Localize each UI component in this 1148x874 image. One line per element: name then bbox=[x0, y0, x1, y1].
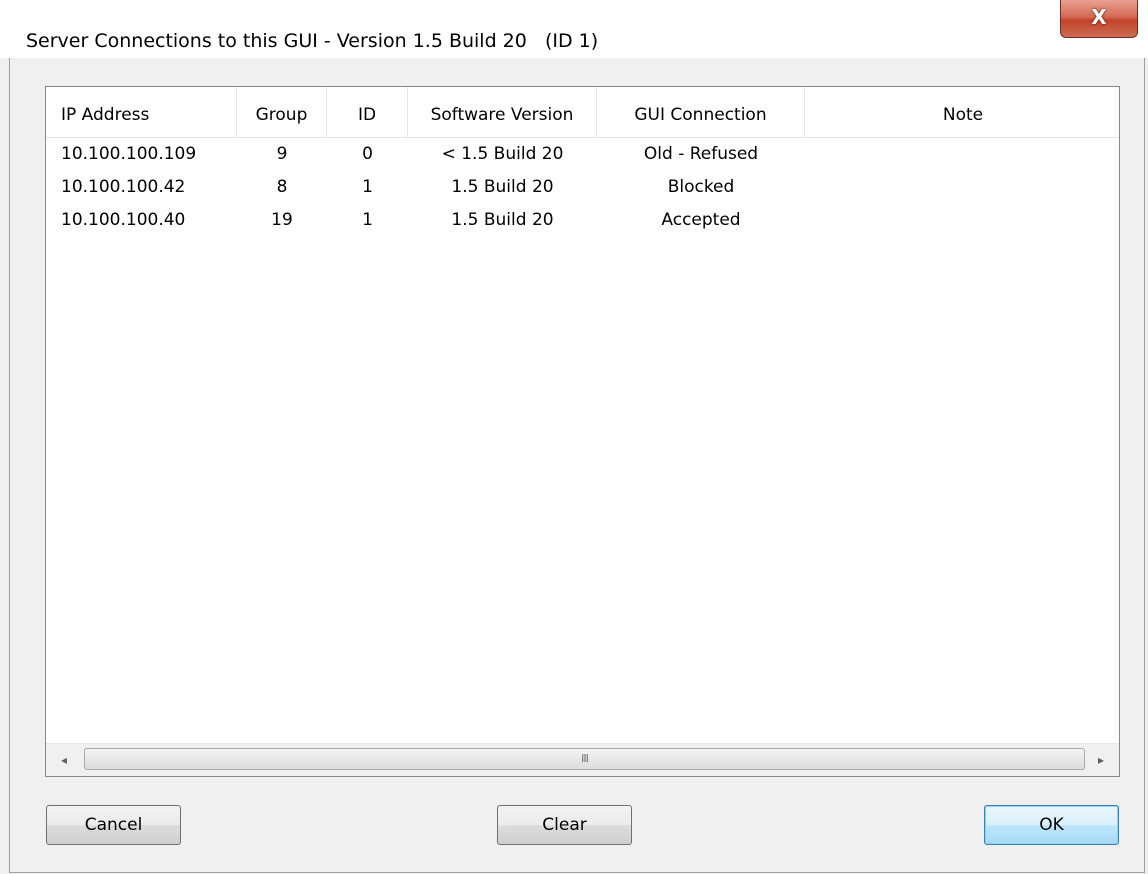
ok-button[interactable]: OK bbox=[984, 805, 1119, 845]
column-header-id[interactable]: ID bbox=[327, 87, 408, 137]
cell-gui-connection: Old - Refused bbox=[643, 144, 759, 164]
cell-group: 8 bbox=[276, 177, 288, 197]
list-header: IP Address Group ID Software Version GUI… bbox=[46, 87, 1119, 138]
cell-group: 9 bbox=[276, 144, 288, 164]
column-header-software-version[interactable]: Software Version bbox=[408, 87, 597, 137]
horizontal-scrollbar[interactable]: ◂ III ▸ bbox=[46, 743, 1119, 776]
close-icon: X bbox=[1091, 5, 1107, 29]
scroll-thumb[interactable]: III bbox=[84, 748, 1085, 770]
column-header-group[interactable]: Group bbox=[237, 87, 327, 137]
cancel-button[interactable]: Cancel bbox=[46, 805, 181, 845]
cell-gui-connection: Accepted bbox=[661, 210, 741, 230]
column-header-gui-connection[interactable]: GUI Connection bbox=[597, 87, 805, 137]
title-bar[interactable]: Server Connections to this GUI - Version… bbox=[0, 0, 1148, 58]
connections-list[interactable]: IP Address Group ID Software Version GUI… bbox=[45, 86, 1120, 777]
window-title: Server Connections to this GUI - Version… bbox=[26, 30, 599, 52]
table-row[interactable]: 10.100.100.109 9 0 < 1.5 Build 20 Old - … bbox=[46, 138, 1119, 171]
cell-ip-address: 10.100.100.40 bbox=[61, 210, 186, 230]
cell-gui-connection: Blocked bbox=[667, 177, 735, 197]
cell-note bbox=[805, 204, 1119, 237]
clear-button[interactable]: Clear bbox=[497, 805, 632, 845]
scroll-left-icon[interactable]: ◂ bbox=[46, 744, 82, 776]
table-row[interactable]: 10.100.100.42 8 1 1.5 Build 20 Blocked bbox=[46, 171, 1119, 204]
column-header-note[interactable]: Note bbox=[805, 87, 1119, 137]
cell-note bbox=[805, 171, 1119, 204]
close-button[interactable]: X bbox=[1060, 0, 1138, 38]
cell-note bbox=[805, 138, 1119, 171]
scroll-right-icon[interactable]: ▸ bbox=[1083, 744, 1119, 776]
cell-id: 0 bbox=[362, 144, 373, 164]
cell-id: 1 bbox=[362, 177, 373, 197]
cell-software-version: 1.5 Build 20 bbox=[451, 177, 554, 197]
cell-id: 1 bbox=[362, 210, 373, 230]
cell-software-version: < 1.5 Build 20 bbox=[441, 144, 564, 164]
cell-ip-address: 10.100.100.42 bbox=[61, 177, 186, 197]
dialog-window: Server Connections to this GUI - Version… bbox=[0, 0, 1148, 874]
cell-group: 19 bbox=[271, 210, 293, 230]
table-row[interactable]: 10.100.100.40 19 1 1.5 Build 20 Accepted bbox=[46, 204, 1119, 237]
cell-software-version: 1.5 Build 20 bbox=[451, 210, 554, 230]
grip-icon: III bbox=[581, 752, 589, 765]
cell-ip-address: 10.100.100.109 bbox=[61, 144, 197, 164]
column-header-ip-address[interactable]: IP Address bbox=[46, 87, 237, 137]
